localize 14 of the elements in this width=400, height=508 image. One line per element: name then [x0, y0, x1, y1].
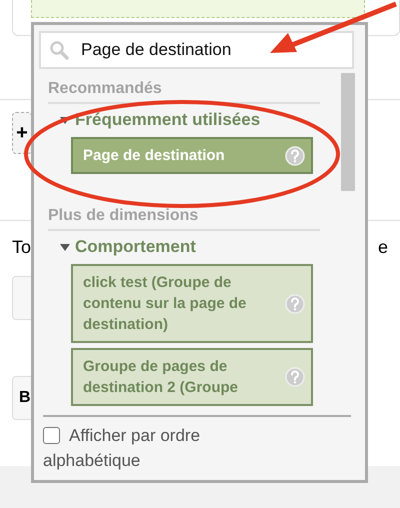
label-text: To [12, 237, 32, 258]
alphabetical-checkbox[interactable]: Afficher par ordre alphabétique [39, 417, 243, 473]
search-field[interactable]: Page de destination [39, 31, 354, 69]
section-heading: Plus de dimensions [48, 206, 320, 231]
group-toggle[interactable]: Comportement [60, 236, 341, 258]
help-icon[interactable] [285, 294, 305, 314]
section-heading: Recommandés [48, 79, 320, 104]
dimension-item[interactable]: Page de destination [71, 137, 313, 174]
label-text: e [378, 237, 388, 258]
help-icon[interactable] [285, 367, 305, 387]
dimension-item[interactable]: Groupe de pages de destination 2 (Groupe [71, 348, 313, 406]
help-icon[interactable] [285, 146, 305, 166]
dimension-item[interactable]: click test (Groupe de contenu sur la page de destination) [71, 264, 313, 343]
triangle-down-icon [60, 242, 70, 252]
